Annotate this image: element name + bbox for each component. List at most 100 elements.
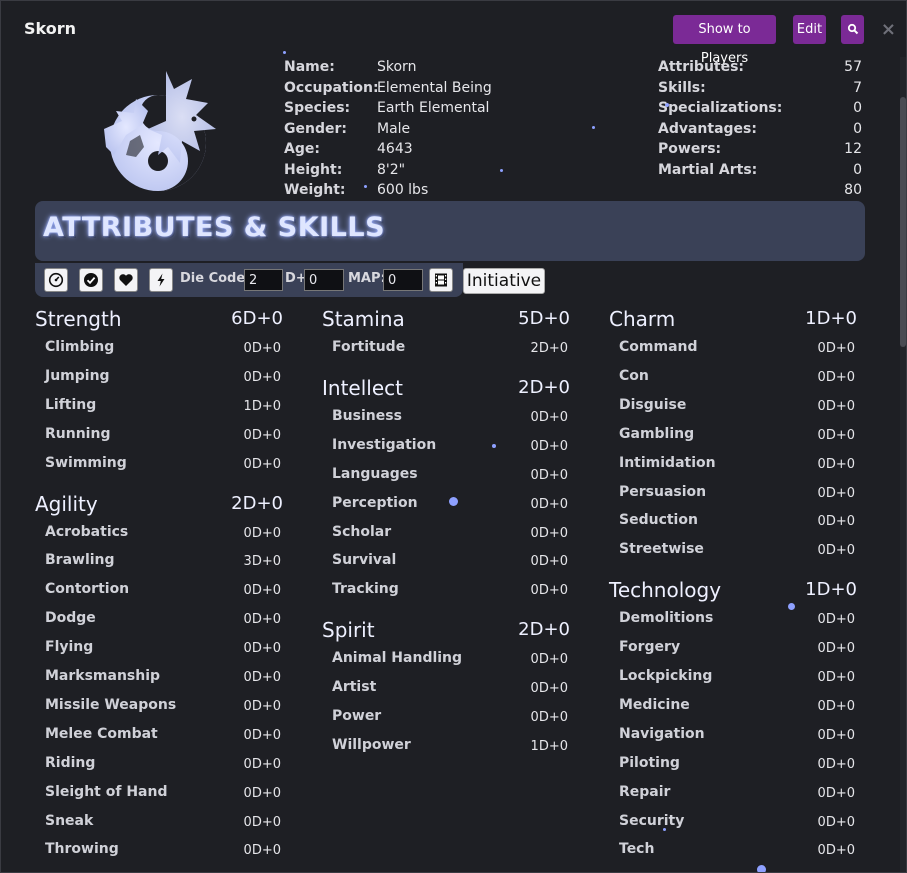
skill-value[interactable]: 0D+0 [818,813,855,833]
skill-name[interactable]: Survival [332,550,396,570]
skill-value[interactable]: 0D+0 [818,639,855,659]
skill-value[interactable]: 0D+0 [818,512,855,532]
health-button[interactable] [114,268,138,292]
skill-value[interactable]: 0D+0 [531,650,568,670]
skill-name[interactable]: Tracking [332,579,399,599]
skill-name[interactable]: Power [332,706,381,726]
skill-value[interactable]: 0D+0 [244,339,281,359]
skill-name[interactable]: Security [619,811,684,831]
skill-name[interactable]: Sneak [45,811,93,831]
die-code-input[interactable] [244,269,283,291]
power-button[interactable] [149,268,173,292]
scrollbar[interactable] [900,57,906,872]
skill-value[interactable]: 0D+0 [244,581,281,601]
attribute-value[interactable]: 2D+0 [518,617,570,643]
skill-name[interactable]: Persuasion [619,482,706,502]
skill-value[interactable]: 0D+0 [818,726,855,746]
skill-value[interactable]: 0D+0 [818,784,855,804]
skill-value[interactable]: 0D+0 [818,455,855,475]
skill-name[interactable]: Demolitions [619,608,713,628]
skill-name[interactable]: Streetwise [619,539,704,559]
pip-bonus-input[interactable] [304,269,344,291]
skill-name[interactable]: Perception [332,493,418,513]
skill-name[interactable]: Forgery [619,637,680,657]
skill-name[interactable]: Dodge [45,608,96,628]
skill-value[interactable]: 0D+0 [818,339,855,359]
skill-value[interactable]: 0D+0 [531,581,568,601]
skill-value[interactable]: 0D+0 [818,668,855,688]
skill-name[interactable]: Riding [45,753,95,773]
skill-value[interactable]: 1D+0 [244,397,281,417]
edit-button[interactable]: Edit [793,15,826,44]
skill-name[interactable]: Con [619,366,649,386]
skill-value[interactable]: 0D+0 [818,755,855,775]
skill-name[interactable]: Throwing [45,839,119,859]
skill-value[interactable]: 0D+0 [531,408,568,428]
skill-name[interactable]: Lifting [45,395,96,415]
skill-value[interactable]: 0D+0 [531,437,568,457]
skill-name[interactable]: Piloting [619,753,680,773]
skill-value[interactable]: 3D+0 [244,552,281,572]
skill-value[interactable]: 0D+0 [244,524,281,544]
skill-name[interactable]: Disguise [619,395,686,415]
skill-value[interactable]: 0D+0 [244,610,281,630]
skill-value[interactable]: 0D+0 [818,397,855,417]
skill-name[interactable]: Scholar [332,522,391,542]
attribute-value[interactable]: 1D+0 [805,306,857,332]
skill-name[interactable]: Medicine [619,695,690,715]
skill-name[interactable]: Animal Handling [332,648,462,668]
skill-value[interactable]: 0D+0 [244,455,281,475]
skill-value[interactable]: 0D+0 [244,426,281,446]
attribute-value[interactable]: 1D+0 [805,577,857,603]
skill-name[interactable]: Gambling [619,424,694,444]
skill-name[interactable]: Willpower [332,735,411,755]
skill-name[interactable]: Navigation [619,724,705,744]
skill-name[interactable]: Repair [619,782,670,802]
roll-sheet-button[interactable] [429,268,453,292]
skill-value[interactable]: 0D+0 [818,841,855,861]
skill-name[interactable]: Investigation [332,435,436,455]
skill-value[interactable]: 0D+0 [818,368,855,388]
window-titlebar[interactable]: Skorn Show to Players Edit × [1,1,906,66]
skill-name[interactable]: Melee Combat [45,724,158,744]
skill-value[interactable]: 0D+0 [818,697,855,717]
skill-name[interactable]: Contortion [45,579,129,599]
skill-name[interactable]: Flying [45,637,93,657]
skill-value[interactable]: 0D+0 [244,755,281,775]
map-input[interactable] [383,269,423,291]
skill-name[interactable]: Acrobatics [45,522,128,542]
skill-value[interactable]: 0D+0 [244,639,281,659]
skill-value[interactable]: 0D+0 [818,426,855,446]
search-button[interactable] [841,15,864,44]
skill-value[interactable]: 0D+0 [531,495,568,515]
skill-value[interactable]: 2D+0 [531,339,568,359]
skill-name[interactable]: Business [332,406,402,426]
skill-name[interactable]: Artist [332,677,376,697]
attribute-value[interactable]: 6D+0 [231,306,283,332]
skill-name[interactable]: Lockpicking [619,666,712,686]
skill-value[interactable]: 1D+0 [531,737,568,757]
skill-name[interactable]: Jumping [45,366,110,386]
skill-value[interactable]: 0D+0 [531,679,568,699]
skill-value[interactable]: 0D+0 [244,697,281,717]
skill-name[interactable]: Swimming [45,453,127,473]
skill-value[interactable]: 0D+0 [531,552,568,572]
skill-value[interactable]: 0D+0 [818,541,855,561]
scrollbar-thumb[interactable] [900,97,906,347]
skill-name[interactable]: Intimidation [619,453,716,473]
skill-value[interactable]: 0D+0 [818,610,855,630]
skill-name[interactable]: Missile Weapons [45,695,176,715]
skill-value[interactable]: 0D+0 [244,668,281,688]
skill-value[interactable]: 0D+0 [244,813,281,833]
skill-value[interactable]: 0D+0 [531,466,568,486]
dice-roll-button[interactable] [44,268,68,292]
close-icon[interactable]: × [881,19,896,40]
skill-value[interactable]: 0D+0 [244,726,281,746]
skill-value[interactable]: 0D+0 [818,484,855,504]
skill-value[interactable]: 0D+0 [244,841,281,861]
skill-name[interactable]: Seduction [619,510,698,530]
skill-name[interactable]: Climbing [45,337,114,357]
skill-name[interactable]: Tech [619,839,654,859]
attribute-value[interactable]: 2D+0 [518,375,570,401]
skill-value[interactable]: 0D+0 [531,708,568,728]
